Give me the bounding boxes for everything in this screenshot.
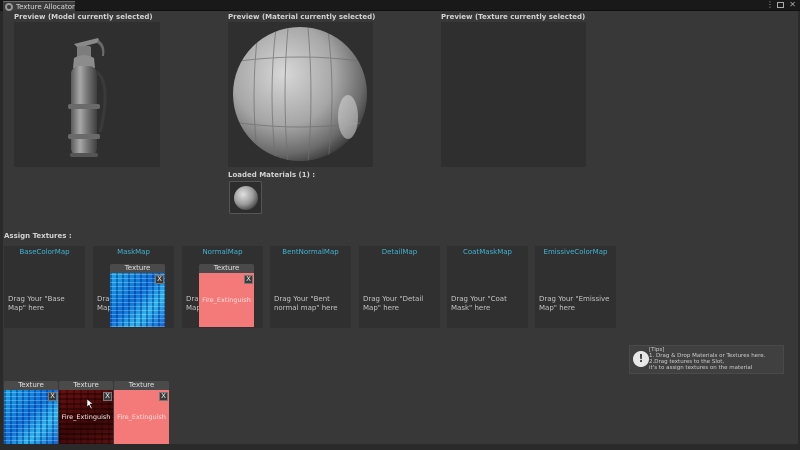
loaded-texture-card[interactable]: Texture X Fire_Extinguish [114, 381, 169, 445]
material-sphere-thumb-icon [233, 185, 258, 210]
remove-texture-button[interactable]: X [103, 392, 112, 401]
slot-hint: Drag Your "Emissive Map" here [539, 295, 610, 312]
texture-header: Texture [59, 381, 113, 390]
bottom-scroll-area [3, 444, 798, 450]
window-tab-title: Texture Allocator [16, 2, 75, 11]
slot-detail-map[interactable]: DetailMap Drag Your "Detail Map" here [359, 246, 440, 328]
slot-coat-mask-map[interactable]: CoatMaskMap Drag Your "Coat Mask" here [447, 246, 528, 328]
mouse-cursor-icon [87, 399, 94, 409]
slot-title: BaseColorMap [19, 248, 70, 256]
slot-hint: Drag Your "Bent normal map" here [274, 295, 338, 312]
material-sphere [233, 27, 367, 161]
tips-line-3: it's to assign textures on the material [649, 365, 753, 371]
unity-window-icon [5, 2, 13, 11]
window-titlebar: Texture Allocator ⋮ ✕ [0, 0, 800, 11]
material-preview[interactable] [228, 22, 373, 167]
loaded-texture-card[interactable]: Texture X Fire_Extinguish [59, 381, 113, 445]
assigned-texture-mask-map[interactable]: Texture X [110, 264, 165, 327]
loaded-materials-label: Loaded Materials (1) : [228, 171, 316, 179]
texture-header: Texture [114, 381, 169, 390]
model-preview[interactable] [14, 22, 160, 167]
texture-name: Fire_Extinguish [61, 413, 111, 421]
assigned-texture-normal-map[interactable]: Texture X Fire_Extinguish [199, 264, 254, 327]
slot-emissive-color-map[interactable]: EmissiveColorMap Drag Your "Emissive Map… [535, 246, 616, 328]
loaded-material-thumbnail[interactable] [229, 181, 262, 214]
slot-base-color-map[interactable]: BaseColorMap Drag Your "Base Map" here [4, 246, 85, 328]
texture-preview[interactable] [441, 22, 586, 167]
slot-title: BentNormalMap [282, 248, 339, 256]
slot-hint: Drag Your "Detail Map" here [363, 295, 424, 312]
loaded-texture-card[interactable]: Texture X [4, 381, 58, 445]
texture-header: Texture [110, 264, 165, 273]
texture-preview-label: Preview (Texture currently selected) [441, 13, 586, 21]
remove-texture-button[interactable]: X [48, 392, 57, 401]
texture-name: Fire_Extinguish [202, 296, 251, 304]
slot-title: EmissiveColorMap [543, 248, 608, 256]
close-window-icon[interactable]: ✕ [789, 0, 796, 10]
slot-hint: Drag Your "Base Map" here [8, 295, 65, 312]
slot-title: DetailMap [381, 248, 418, 256]
window-menu-icon[interactable]: ⋮ [766, 0, 774, 10]
remove-texture-button[interactable]: X [244, 275, 253, 284]
texture-name: Fire_Extinguish [117, 413, 166, 421]
remove-texture-button[interactable]: X [159, 392, 168, 401]
maximize-icon[interactable] [777, 2, 784, 8]
window-tab[interactable]: Texture Allocator [3, 1, 75, 11]
fire-extinguisher-model [68, 38, 107, 157]
slot-title: CoatMaskMap [462, 248, 512, 256]
slot-title: NormalMap [202, 248, 243, 256]
texture-header: Texture [4, 381, 58, 390]
texture-header: Texture [199, 264, 254, 273]
slot-bent-normal-map[interactable]: BentNormalMap Drag Your "Bent normal map… [270, 246, 351, 328]
material-preview-label: Preview (Material currently selected) [228, 13, 376, 21]
info-exclamation-icon: ! [633, 351, 649, 367]
left-border [0, 11, 3, 450]
assign-textures-label: Assign Textures : [4, 232, 72, 240]
slot-title: MaskMap [117, 248, 150, 256]
remove-texture-button[interactable]: X [155, 275, 164, 284]
model-preview-label: Preview (Model currently selected) [14, 13, 153, 21]
tips-box: ! [Tips] 1. Drag & Drop Materials or Tex… [629, 345, 784, 374]
slot-hint: Drag Your "Coat Mask" here [451, 295, 507, 312]
